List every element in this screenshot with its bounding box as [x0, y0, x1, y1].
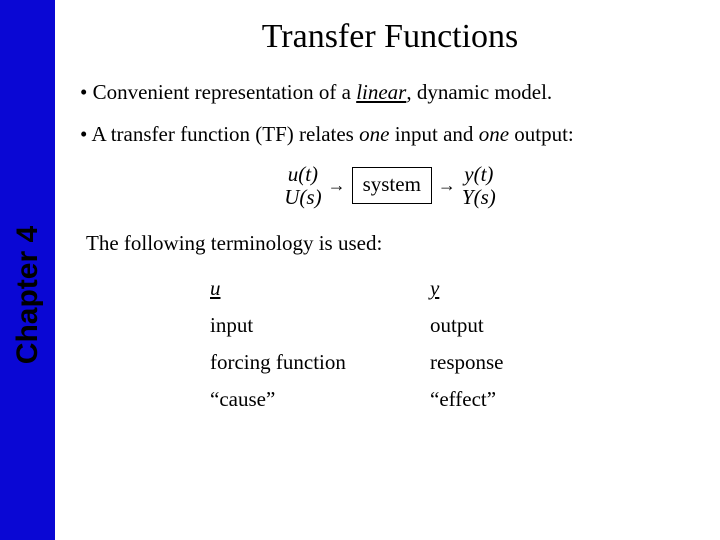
bullet-1-prefix: • Convenient representation of a: [80, 80, 356, 104]
term-y-cell: output: [430, 307, 590, 344]
terminology-table: u y input output forcing function respon…: [210, 270, 590, 418]
table-row: forcing function response: [210, 344, 590, 381]
term-u-cell: “cause”: [210, 381, 430, 418]
arrow-in-icon: →: [328, 175, 346, 196]
table-row: “cause” “effect”: [210, 381, 590, 418]
chapter-sidebar: Chapter 4: [0, 0, 55, 540]
bullet-1-emph: linear: [356, 80, 406, 104]
system-diagram: u(t) U(s) → system → y(t) Y(s): [80, 163, 700, 209]
bullet-1-suffix: , dynamic model.: [406, 80, 552, 104]
u-of-s: U(s): [284, 186, 321, 209]
chapter-label: Chapter 4: [11, 226, 45, 364]
input-stack: u(t) U(s): [284, 163, 321, 209]
bullet-2: • A transfer function (TF) relates one i…: [80, 120, 700, 148]
bullet-2-suffix: output:: [509, 122, 574, 146]
terminology-intro: The following terminology is used:: [86, 231, 700, 256]
arrow-out-icon: →: [438, 175, 456, 196]
term-y-cell: response: [430, 344, 590, 381]
bullet-2-one2: one: [479, 122, 509, 146]
term-y-cell: “effect”: [430, 381, 590, 418]
y-of-s: Y(s): [462, 186, 496, 209]
table-row: input output: [210, 307, 590, 344]
bullet-2-prefix: • A transfer function (TF) relates: [80, 122, 359, 146]
slide-content: Transfer Functions • Convenient represen…: [55, 0, 720, 540]
output-stack: y(t) Y(s): [462, 163, 496, 209]
bullet-list: • Convenient representation of a linear,…: [80, 78, 700, 149]
term-u-cell: input: [210, 307, 430, 344]
term-head-y: y: [430, 276, 439, 300]
bullet-2-one1: one: [359, 122, 389, 146]
slide-title: Transfer Functions: [80, 18, 700, 56]
y-of-t: y(t): [464, 163, 493, 186]
system-box: system: [352, 167, 432, 204]
term-u-cell: forcing function: [210, 344, 430, 381]
u-of-t: u(t): [288, 163, 318, 186]
table-row: u y: [210, 270, 590, 307]
bullet-2-mid: input and: [389, 122, 478, 146]
term-head-u: u: [210, 276, 221, 300]
bullet-1: • Convenient representation of a linear,…: [80, 78, 700, 106]
